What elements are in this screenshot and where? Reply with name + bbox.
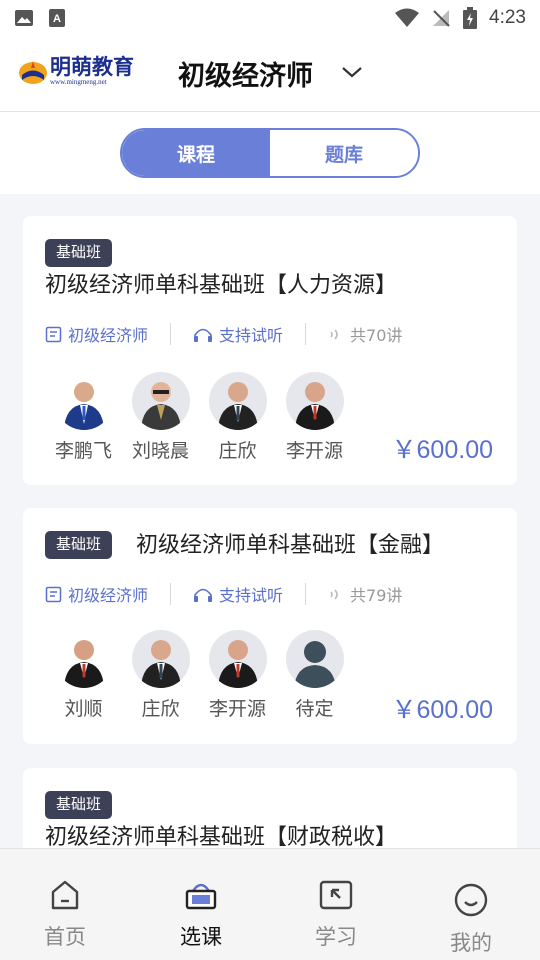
- course-badge: 基础班: [45, 791, 113, 819]
- teacher-avatar: [131, 372, 190, 430]
- logo-url: www.mingmeng.net: [50, 77, 107, 86]
- course-title: 初级经济师单科基础班【财政税收】: [45, 825, 398, 850]
- course-title: 初级经济师单科基础班【人力资源】: [45, 273, 398, 298]
- nav-label: 首页: [44, 925, 86, 949]
- image-notification-icon: [15, 10, 33, 26]
- logo: 明萌教育 www.mingmeng.net: [18, 56, 134, 86]
- trial-support: 支持试听: [193, 582, 283, 606]
- placeholder-avatar-icon: [285, 630, 344, 688]
- course-category: 初级经济师: [45, 322, 148, 346]
- nav-courses[interactable]: 选课: [180, 879, 222, 951]
- battery-icon: [463, 7, 478, 29]
- teacher-avatar: [208, 630, 267, 688]
- course-card[interactable]: 基础班 初级经济师单科基础班【金融】 初级经济师 支持试听 共79讲 刘顺 庄欣 …: [23, 508, 517, 744]
- nav-label: 我的: [450, 931, 492, 955]
- study-icon: [319, 880, 353, 910]
- teacher-avatar: [54, 630, 113, 688]
- course-card[interactable]: 基础班初级经济师单科基础班【人力资源】 初级经济师 支持试听 共70讲 李鹏飞 …: [23, 216, 517, 485]
- category-label: 初级经济师: [68, 326, 149, 345]
- teacher-name: 李鹏飞: [54, 440, 112, 462]
- lesson-count: 共79讲: [328, 582, 402, 606]
- logo-text: 明萌教育: [50, 54, 134, 79]
- teacher-name: 刘晓晨: [131, 440, 189, 462]
- course-price: ￥600.00: [391, 436, 493, 464]
- course-badge: 基础班: [45, 239, 113, 267]
- teacher: 李鹏飞: [45, 372, 122, 463]
- headphones-icon: [194, 328, 213, 342]
- profile-icon: [454, 883, 488, 917]
- basket-icon: [185, 883, 217, 910]
- teacher-name: 李开源: [285, 440, 343, 462]
- wifi-icon: [395, 8, 420, 27]
- segmented-control: 课程 题库: [120, 128, 420, 178]
- headphones-icon: [194, 588, 213, 602]
- nav-home[interactable]: 首页: [44, 879, 86, 951]
- sound-icon: [330, 588, 338, 600]
- tabs-area: 课程 题库: [0, 112, 540, 194]
- a-notification-icon: A: [49, 9, 65, 27]
- teacher-name: 待定: [295, 698, 334, 720]
- teacher-name: 庄欣: [218, 440, 257, 462]
- course-category: 初级经济师: [45, 582, 148, 606]
- teacher-name: 李开源: [208, 698, 266, 720]
- sound-icon: [330, 328, 338, 340]
- lesson-count-label: 共70讲: [350, 326, 403, 345]
- teacher-name: 庄欣: [141, 698, 180, 720]
- nav-label: 学习: [315, 925, 357, 949]
- tab-question-bank[interactable]: 题库: [270, 130, 418, 176]
- nav-study[interactable]: 学习: [315, 879, 357, 951]
- course-title-wrap: 基础班初级经济师单科基础班【财政税收】: [45, 790, 485, 854]
- course-badge: 基础班: [45, 531, 113, 559]
- clock: 4:23: [489, 7, 526, 28]
- divider: [305, 583, 307, 605]
- lesson-count: 共70讲: [328, 322, 402, 346]
- divider: [305, 323, 307, 345]
- teacher: 李开源: [276, 372, 353, 463]
- trial-label: 支持试听: [219, 586, 284, 605]
- teacher: 刘顺: [45, 630, 122, 721]
- no-signal-icon: [433, 10, 450, 27]
- course-card[interactable]: 基础班初级经济师单科基础班【财政税收】: [23, 768, 517, 858]
- lesson-count-label: 共79讲: [350, 586, 403, 605]
- divider: [170, 583, 172, 605]
- teacher: 庄欣: [199, 372, 276, 463]
- course-title-wrap: 基础班 初级经济师单科基础班【金融】: [45, 530, 485, 562]
- trial-label: 支持试听: [219, 326, 284, 345]
- teacher: 待定: [276, 630, 353, 721]
- teacher-avatar: [131, 630, 190, 688]
- exam-selector-title[interactable]: 初级经济师: [178, 54, 313, 93]
- nav-label: 选课: [180, 925, 222, 949]
- course-meta: 初级经济师 支持试听 共79讲: [45, 582, 402, 606]
- teacher-avatar: [54, 372, 113, 430]
- course-price: ￥600.00: [391, 696, 493, 724]
- course-title: 初级经济师单科基础班【金融】: [136, 533, 445, 558]
- logo-mark-icon: [19, 61, 47, 84]
- teacher: 李开源: [199, 630, 276, 721]
- divider: [170, 323, 172, 345]
- teacher-name: 刘顺: [64, 698, 103, 720]
- teacher-avatar: [285, 372, 344, 430]
- app-header: 明萌教育 www.mingmeng.net 初级经济师: [0, 36, 540, 112]
- course-meta: 初级经济师 支持试听 共70讲: [45, 322, 402, 346]
- book-icon: [45, 586, 62, 602]
- book-icon: [45, 326, 62, 342]
- teacher: 庄欣: [122, 630, 199, 721]
- svg-text:A: A: [53, 13, 61, 25]
- category-label: 初级经济师: [68, 586, 149, 605]
- chevron-down-icon[interactable]: [340, 62, 364, 82]
- trial-support: 支持试听: [193, 322, 283, 346]
- home-icon: [51, 880, 79, 910]
- tab-courses[interactable]: 课程: [122, 130, 270, 176]
- teacher-list: 李鹏飞 刘晓晨 庄欣 李开源: [45, 372, 353, 463]
- teacher: 刘晓晨: [122, 372, 199, 463]
- teacher-avatar: [208, 372, 267, 430]
- bottom-nav: 首页 选课 学习 我的: [0, 848, 540, 960]
- status-bar: A 4:23: [0, 0, 540, 36]
- course-title-wrap: 基础班初级经济师单科基础班【人力资源】: [45, 238, 485, 302]
- teacher-list: 刘顺 庄欣 李开源 待定: [45, 630, 353, 721]
- nav-profile[interactable]: 我的: [450, 883, 492, 957]
